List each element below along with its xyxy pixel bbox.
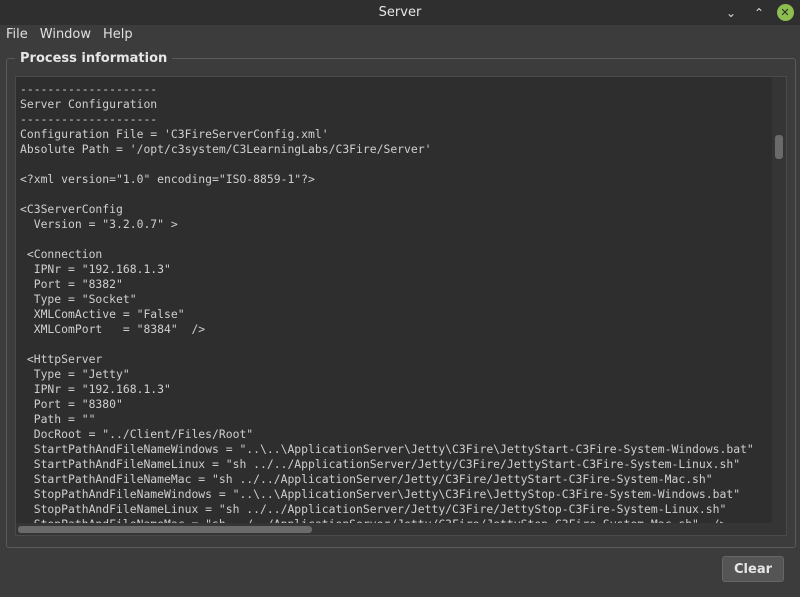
clear-button[interactable]: Clear	[722, 556, 784, 582]
process-log-textarea[interactable]: -------------------- Server Configuratio…	[16, 77, 772, 533]
title-bar[interactable]: Server	[0, 0, 800, 25]
menu-window[interactable]: Window	[34, 27, 97, 42]
window-title: Server	[378, 5, 422, 20]
minimize-icon[interactable]: ⌄	[720, 2, 742, 24]
window-controls: ⌄ ⌃ ✕	[714, 0, 796, 25]
vertical-scrollbar[interactable]	[772, 77, 786, 533]
process-log-text: -------------------- Server Configuratio…	[20, 82, 754, 531]
menu-bar: File Window Help	[0, 25, 800, 44]
horizontal-scrollbar-thumb[interactable]	[18, 526, 312, 533]
vertical-scrollbar-thumb[interactable]	[775, 135, 783, 159]
process-log-panel: -------------------- Server Configuratio…	[15, 76, 787, 536]
horizontal-scrollbar[interactable]	[16, 523, 786, 535]
close-button[interactable]: ✕	[774, 2, 796, 24]
maximize-icon[interactable]: ⌃	[748, 2, 770, 24]
close-icon: ✕	[776, 4, 794, 21]
menu-file[interactable]: File	[0, 27, 34, 42]
menu-help[interactable]: Help	[97, 27, 139, 42]
group-title: Process information	[15, 51, 173, 66]
